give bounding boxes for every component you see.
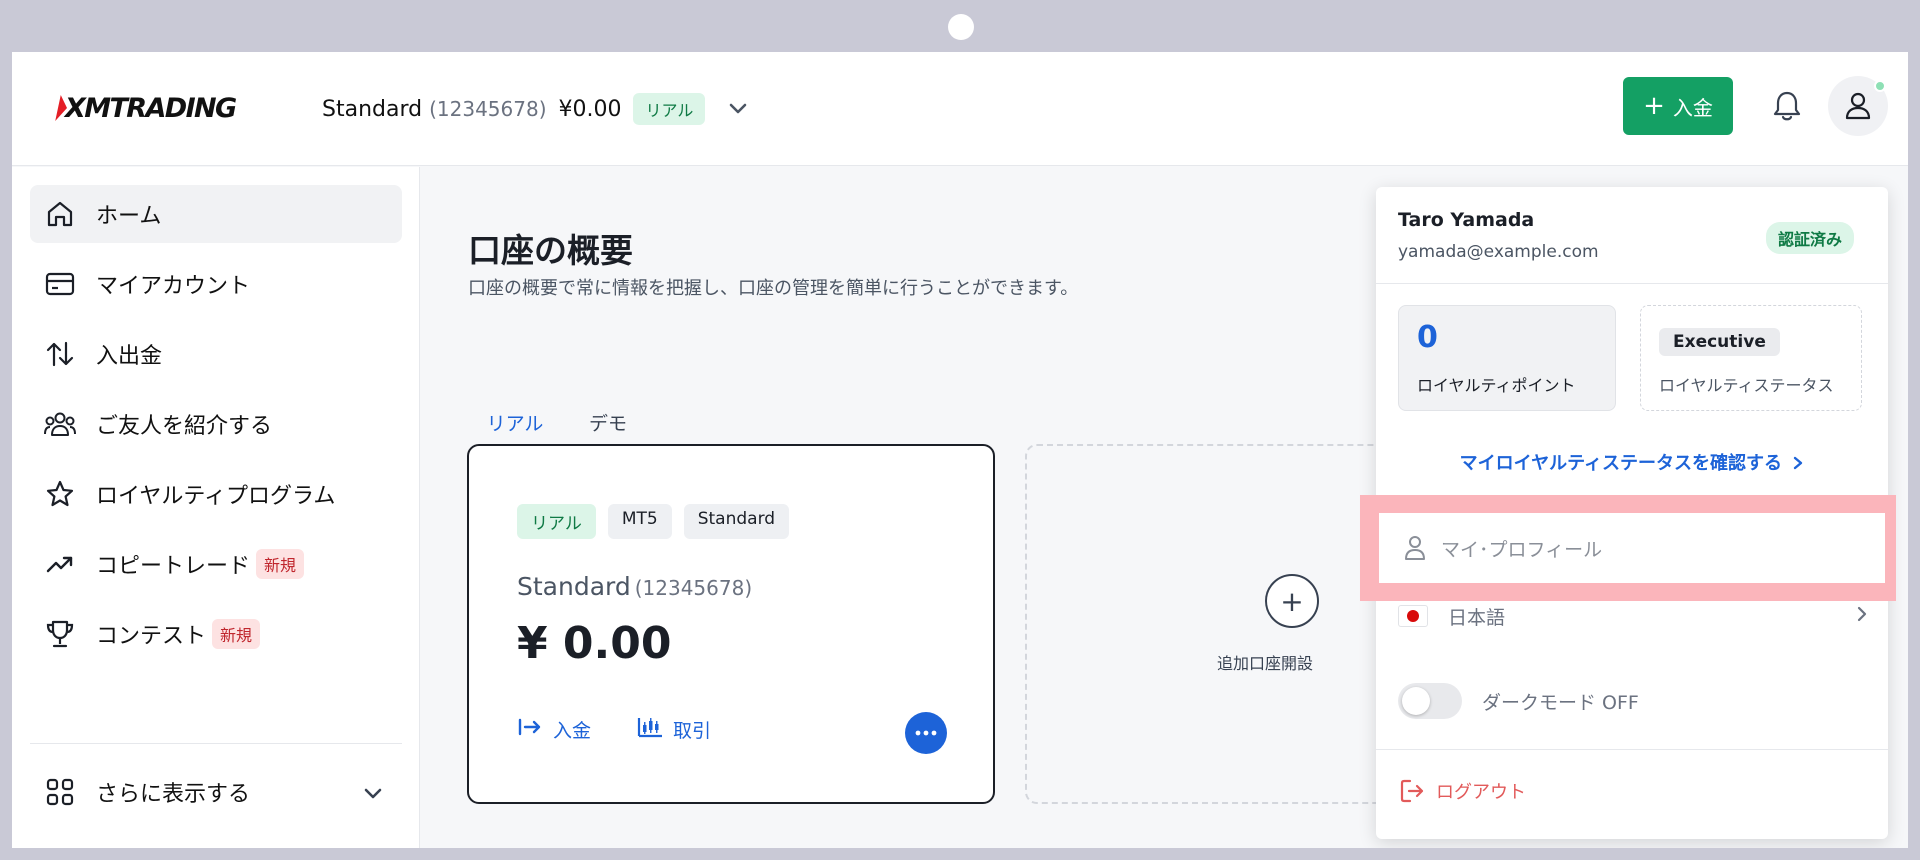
card-trade-label: 取引 [673, 720, 712, 742]
header-deposit-label: 入金 [1672, 95, 1713, 120]
dark-mode-toggle[interactable] [1398, 683, 1462, 719]
loyalty-status-box: Executive ロイヤルティステータス [1640, 305, 1862, 411]
sidebar-item-loyalty-program[interactable]: ロイヤルティプログラム [30, 465, 402, 523]
trend-up-icon [44, 548, 76, 580]
candlestick-icon [637, 716, 663, 743]
sidebar-item-label: ホーム [96, 204, 162, 229]
account-card-name: Standard (12345678) [517, 572, 752, 601]
logout-icon [1398, 777, 1426, 805]
page-subtitle: 口座の概要で常に情報を把握し、口座の管理を簡単に行うことができます。 [468, 278, 1079, 299]
account-card[interactable]: リアル MT5 Standard Standard (12345678) ¥ 0.… [467, 444, 995, 804]
account-card-title: Standard [517, 572, 631, 601]
account-balance: ¥0.00 [558, 96, 622, 122]
sidebar-show-more[interactable]: さらに表示する [30, 763, 402, 821]
chevron-down-icon [364, 781, 382, 806]
card-icon [44, 268, 76, 300]
logo-text: XMTRADING [65, 92, 237, 124]
user-name: Taro Yamada [1398, 209, 1535, 231]
sidebar-item-contest[interactable]: コンテスト 新規 [30, 605, 402, 663]
logout-label: ログアウト [1436, 782, 1526, 803]
profile-dropdown: Taro Yamada yamada@example.com 認証済み 0 ロイ… [1360, 187, 1896, 839]
sidebar-item-deposit-withdraw[interactable]: 入出金 [30, 325, 402, 383]
language-selector[interactable]: 日本語 [1398, 593, 1868, 639]
language-label: 日本語 [1448, 606, 1506, 629]
online-status-dot [1874, 80, 1886, 92]
my-profile-item[interactable]: マイ･プロフィール [1379, 513, 1885, 583]
page-title: 口座の概要 [468, 231, 633, 270]
toggle-knob [1402, 687, 1430, 715]
loyalty-status-label: ロイヤルティステータス [1659, 376, 1834, 395]
grid-icon [44, 776, 76, 808]
plus-icon: + [1643, 91, 1665, 121]
top-header: XMTRADING Standard (12345678) ¥0.00 リアル … [12, 52, 1908, 166]
sidebar-item-copy-trade[interactable]: コピートレード 新規 [30, 535, 402, 593]
header-deposit-button[interactable]: + 入金 [1623, 77, 1733, 135]
card-deposit-label: 入金 [553, 720, 592, 742]
chevron-right-icon [1794, 456, 1803, 470]
dropdown-divider [1376, 283, 1888, 284]
chip-account-type: Standard [683, 504, 790, 539]
account-card-number: (12345678) [634, 576, 753, 600]
more-options-button[interactable] [905, 712, 947, 754]
sidebar-item-my-account[interactable]: マイアカウント [30, 255, 402, 313]
sidebar-item-refer-friends[interactable]: ご友人を紹介する [30, 395, 402, 453]
account-card-balance: ¥ 0.00 [517, 618, 672, 669]
sidebar-more-label: さらに表示する [96, 782, 251, 807]
sidebar-item-label: ご友人を紹介する [96, 414, 273, 439]
ellipsis-icon [915, 730, 937, 736]
account-number: (12345678) [429, 97, 547, 121]
verified-badge: 認証済み [1766, 222, 1855, 254]
card-trade-button[interactable]: 取引 [637, 716, 711, 743]
chevron-right-icon [1856, 605, 1868, 628]
account-name: Standard [322, 96, 423, 122]
star-icon [44, 478, 76, 510]
account-type-badge: リアル [633, 93, 706, 125]
users-icon [44, 408, 76, 440]
loyalty-points-value: 0 [1417, 320, 1438, 355]
loyalty-points-box: 0 ロイヤルティポイント [1398, 305, 1616, 411]
account-chips: リアル MT5 Standard [517, 504, 790, 539]
xm-logo[interactable]: XMTRADING [55, 88, 237, 128]
chevron-down-icon[interactable] [727, 98, 749, 120]
chip-platform: MT5 [607, 504, 672, 539]
sidebar-item-label: マイアカウント [96, 274, 251, 299]
account-selector[interactable]: Standard (12345678) ¥0.00 リアル [322, 92, 749, 126]
add-account-plus-icon[interactable]: + [1265, 574, 1319, 628]
add-account-label: 追加口座開設 [1217, 654, 1314, 673]
my-profile-label: マイ･プロフィール [1441, 538, 1603, 561]
user-email: yamada@example.com [1398, 242, 1599, 262]
new-badge: 新規 [212, 619, 261, 649]
transfer-arrows-icon [44, 338, 76, 370]
bell-icon[interactable] [1768, 86, 1806, 126]
japan-flag-icon [1398, 605, 1428, 627]
user-icon [1401, 534, 1429, 562]
deposit-arrow-icon [517, 717, 543, 742]
loyalty-status-value: Executive [1659, 328, 1780, 356]
account-card-actions: 入金 取引 [517, 716, 711, 743]
sidebar-item-label: コンテスト [96, 624, 207, 649]
sidebar-item-label: ロイヤルティプログラム [96, 484, 336, 509]
sidebar: ホーム マイアカウント 入出金 ご友人を紹介する ロイヤルティプログラム コピー… [12, 167, 420, 848]
card-deposit-button[interactable]: 入金 [517, 716, 591, 743]
home-icon [44, 198, 76, 230]
app-screen: XMTRADING Standard (12345678) ¥0.00 リアル … [12, 52, 1908, 848]
sidebar-divider [30, 743, 402, 744]
loyalty-status-link[interactable]: マイロイヤルティステータスを確認する [1376, 449, 1888, 475]
chip-real: リアル [517, 504, 596, 539]
dark-mode-row: ダークモード OFF [1398, 681, 1639, 721]
dark-mode-label: ダークモード OFF [1482, 691, 1639, 714]
user-avatar-button[interactable] [1828, 76, 1888, 136]
device-camera [948, 14, 974, 40]
user-icon [1845, 92, 1871, 120]
trophy-icon [44, 618, 76, 650]
loyalty-points-label: ロイヤルティポイント [1417, 376, 1576, 395]
new-badge: 新規 [256, 549, 305, 579]
sidebar-item-label: コピートレード [96, 554, 251, 579]
logout-button[interactable]: ログアウト [1398, 777, 1526, 805]
sidebar-item-home[interactable]: ホーム [30, 185, 402, 243]
dropdown-divider [1376, 749, 1888, 750]
loyalty-status-link-label: マイロイヤルティステータスを確認する [1459, 453, 1783, 474]
sidebar-item-label: 入出金 [96, 344, 163, 369]
